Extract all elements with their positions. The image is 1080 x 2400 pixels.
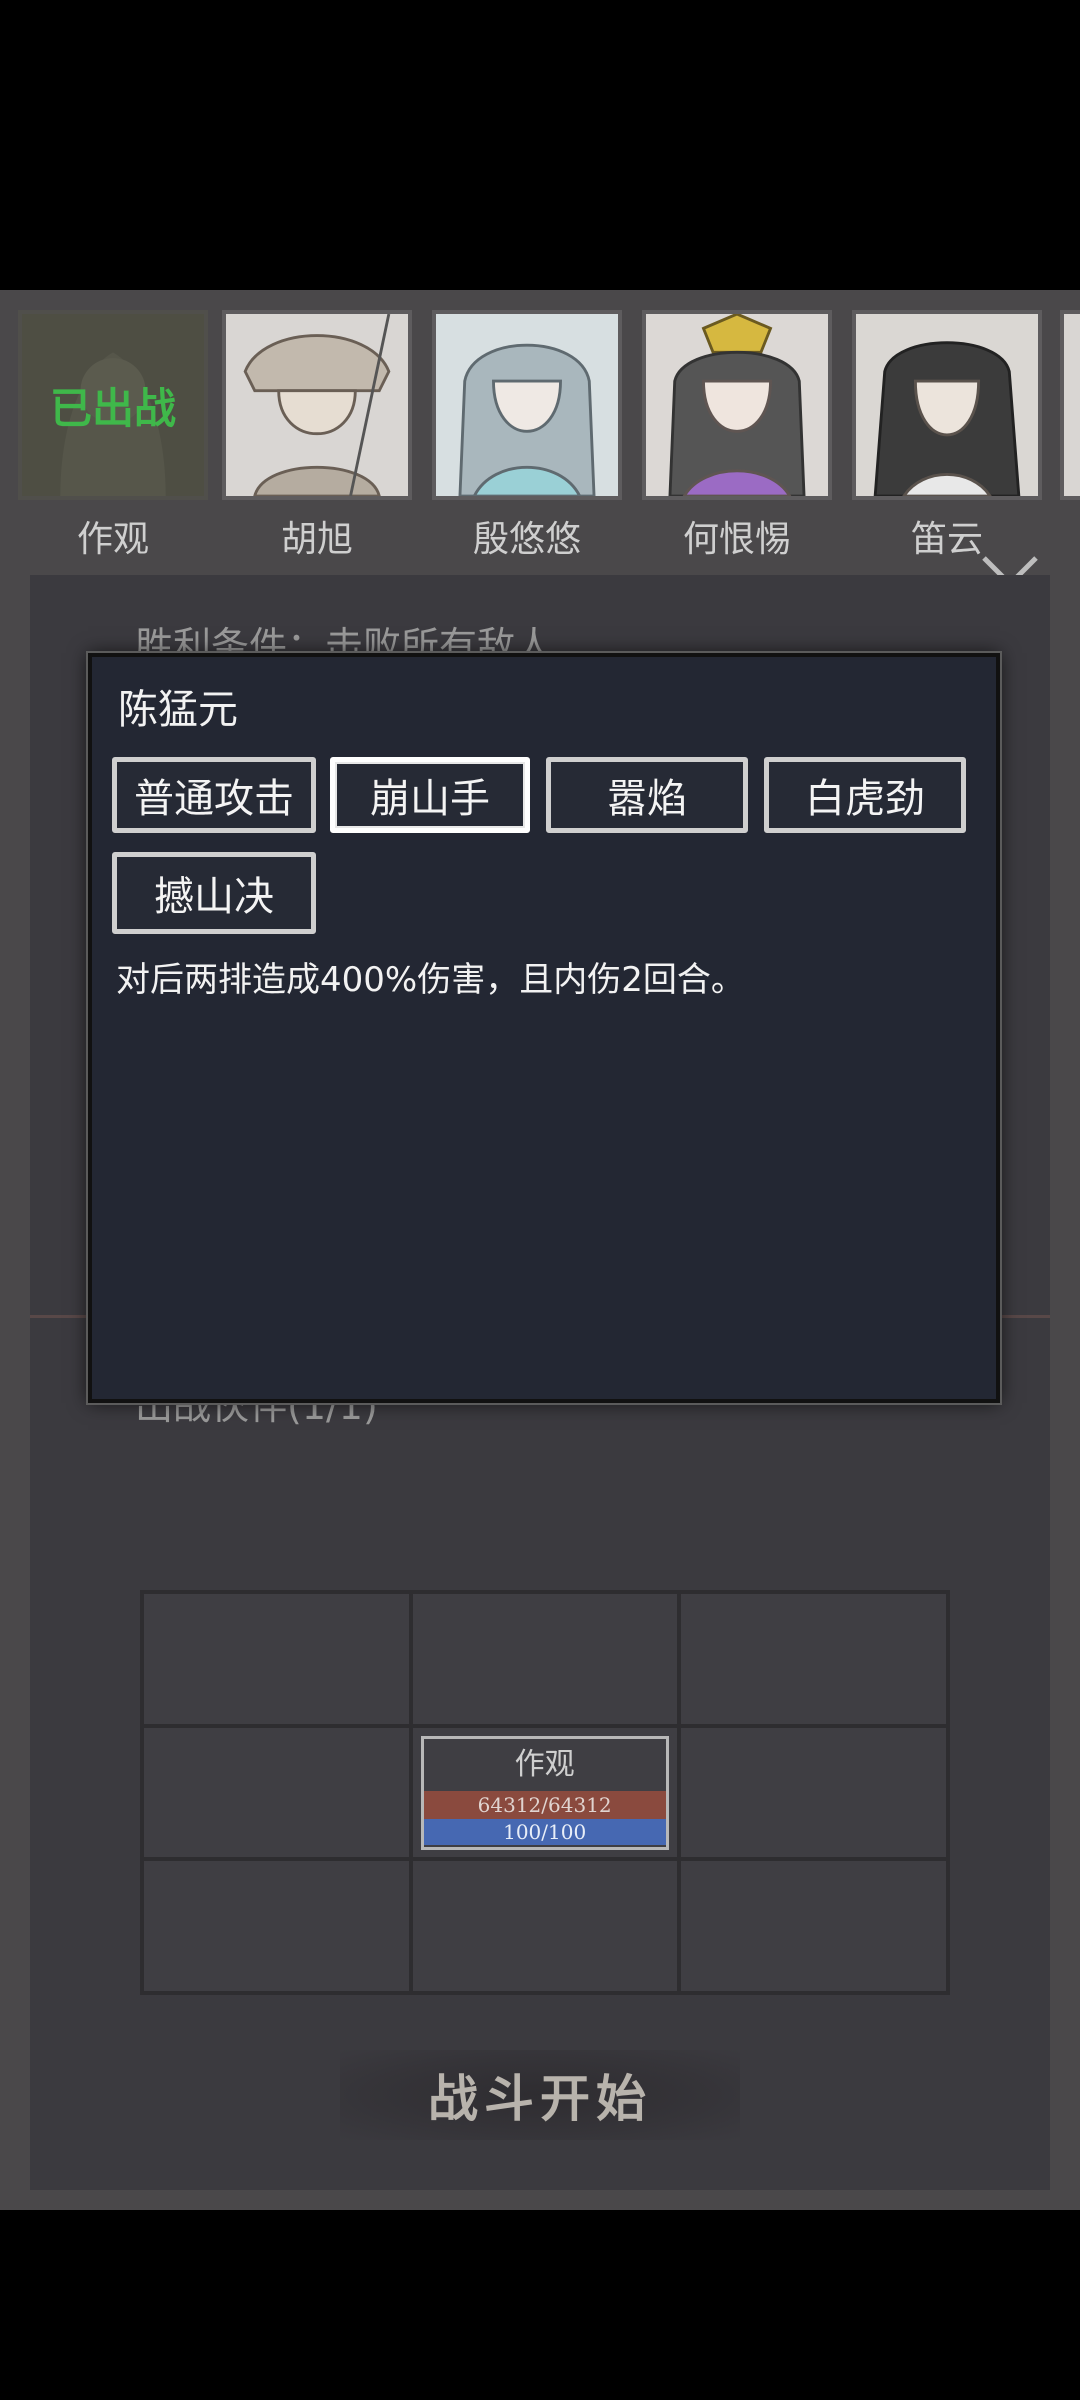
mp-bar: 100/100	[423, 1818, 666, 1845]
skill-button-4[interactable]: 撼山决	[112, 852, 316, 934]
grid-cell[interactable]	[410, 1592, 680, 1726]
hero-name: 作观	[76, 519, 149, 560]
start-battle-button[interactable]: 战斗开始	[340, 2050, 740, 2140]
grid-cell[interactable]	[142, 1859, 411, 1993]
formation-grid: 作观 64312/64312 100/100	[140, 1590, 950, 1995]
hero-name: 胡旭	[280, 519, 353, 560]
grid-cell[interactable]	[679, 1592, 948, 1726]
hero-selection-row: 已出战 作观 胡旭 殷悠悠 何恨惕 笛云	[0, 290, 1080, 588]
modal-title: 陈猛元	[118, 687, 238, 733]
deployed-badge: 已出战	[18, 310, 208, 500]
hero-card-4[interactable]: 笛云	[852, 310, 1042, 560]
skill-button-0[interactable]: 普通攻击	[112, 757, 316, 833]
hero-card-0[interactable]: 已出战 作观	[18, 310, 208, 560]
hero-portrait	[642, 310, 832, 500]
grid-cell[interactable]: 作观 64312/64312 100/100	[410, 1725, 680, 1860]
unit-card[interactable]: 作观 64312/64312 100/100	[420, 1735, 669, 1850]
skill-button-2[interactable]: 嚣焰	[546, 757, 748, 833]
grid-cell[interactable]	[679, 1859, 948, 1993]
skill-button-1[interactable]: 崩山手	[330, 757, 530, 833]
hero-portrait	[852, 310, 1042, 500]
hero-card-1[interactable]: 胡旭	[222, 310, 412, 560]
hp-bar: 64312/64312	[423, 1790, 666, 1819]
hero-card-3[interactable]: 何恨惕	[642, 310, 832, 560]
grid-cell[interactable]	[679, 1725, 948, 1860]
hero-card-partial[interactable]	[1060, 310, 1080, 500]
grid-cell[interactable]	[142, 1725, 411, 1860]
skill-button-3[interactable]: 白虎劲	[764, 757, 966, 833]
hero-portrait	[222, 310, 412, 500]
hero-card-2[interactable]: 殷悠悠	[432, 310, 622, 560]
grid-cell[interactable]	[410, 1859, 680, 1993]
grid-cell[interactable]	[142, 1592, 411, 1726]
hero-name: 何恨惕	[682, 519, 791, 560]
unit-name: 作观	[514, 1746, 575, 1782]
skill-description: 对后两排造成400%伤害，且内伤2回合。	[116, 960, 745, 1000]
hero-portrait	[432, 310, 622, 500]
skill-info-modal: 陈猛元 普通攻击 崩山手 嚣焰 白虎劲 撼山决 对后两排造成400%伤害，且内伤…	[88, 653, 1000, 1403]
hero-name: 殷悠悠	[472, 519, 581, 560]
